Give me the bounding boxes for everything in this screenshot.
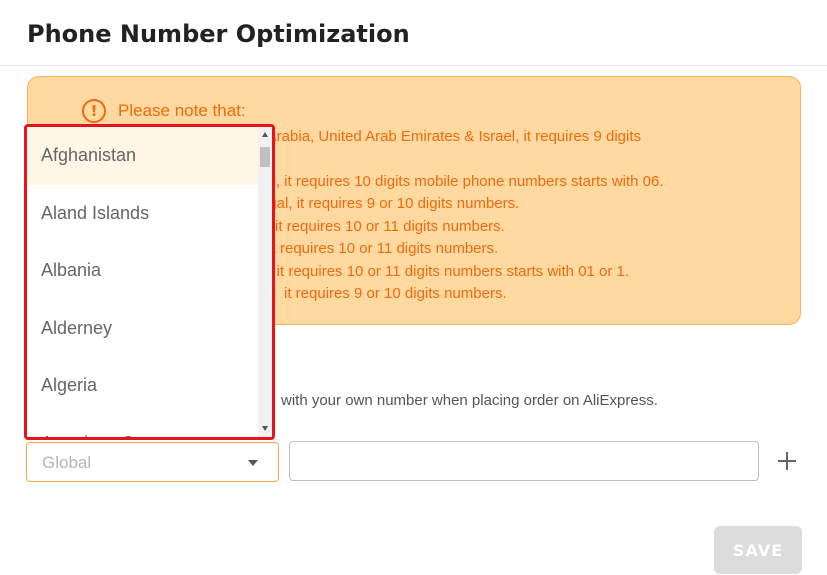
country-option[interactable]: Afghanistan xyxy=(27,127,260,185)
hint-text: with your own number when placing order … xyxy=(281,392,658,409)
notice-line: ce, it requires 10 digits mobile phone n… xyxy=(260,173,664,190)
country-option[interactable]: Aland Islands xyxy=(27,185,260,243)
country-option[interactable]: Alderney xyxy=(27,300,260,358)
country-option-list: Afghanistan Aland Islands Albania Aldern… xyxy=(27,127,260,437)
save-button[interactable]: SAVE xyxy=(714,526,802,574)
notice-heading: Please note that: xyxy=(118,101,246,120)
warning-circle-icon: ! xyxy=(82,99,106,123)
country-option[interactable]: American Samoa xyxy=(27,415,260,438)
page-title: Phone Number Optimization xyxy=(27,20,410,48)
plus-icon[interactable] xyxy=(777,451,797,471)
notice-line: i Arabia, United Arab Emirates & Israel,… xyxy=(260,128,642,145)
country-option[interactable]: Albania xyxy=(27,242,260,300)
notice-line: a, it requires 10 or 11 digits numbers s… xyxy=(260,263,630,280)
country-select-placeholder: Global xyxy=(42,453,92,472)
chevron-down-icon xyxy=(248,460,258,466)
scroll-thumb[interactable] xyxy=(260,147,270,167)
country-option[interactable]: Algeria xyxy=(27,357,260,415)
dropdown-scrollbar[interactable] xyxy=(258,127,272,437)
phone-number-input[interactable] xyxy=(289,441,759,481)
header-divider xyxy=(0,65,827,66)
notice-line: , it requires 10 or 11 digits numbers. xyxy=(260,240,499,257)
notice-line: it requires 9 or 10 digits numbers. xyxy=(284,285,507,302)
notice-line: ugal, it requires 9 or 10 digits numbers… xyxy=(260,195,520,212)
scroll-up-icon[interactable] xyxy=(262,132,268,137)
notice-line: il, it requires 10 or 11 digits numbers. xyxy=(260,218,505,235)
scroll-down-icon[interactable] xyxy=(262,426,268,431)
country-select[interactable]: Global xyxy=(26,442,279,482)
country-dropdown[interactable]: Afghanistan Aland Islands Albania Aldern… xyxy=(24,124,275,440)
